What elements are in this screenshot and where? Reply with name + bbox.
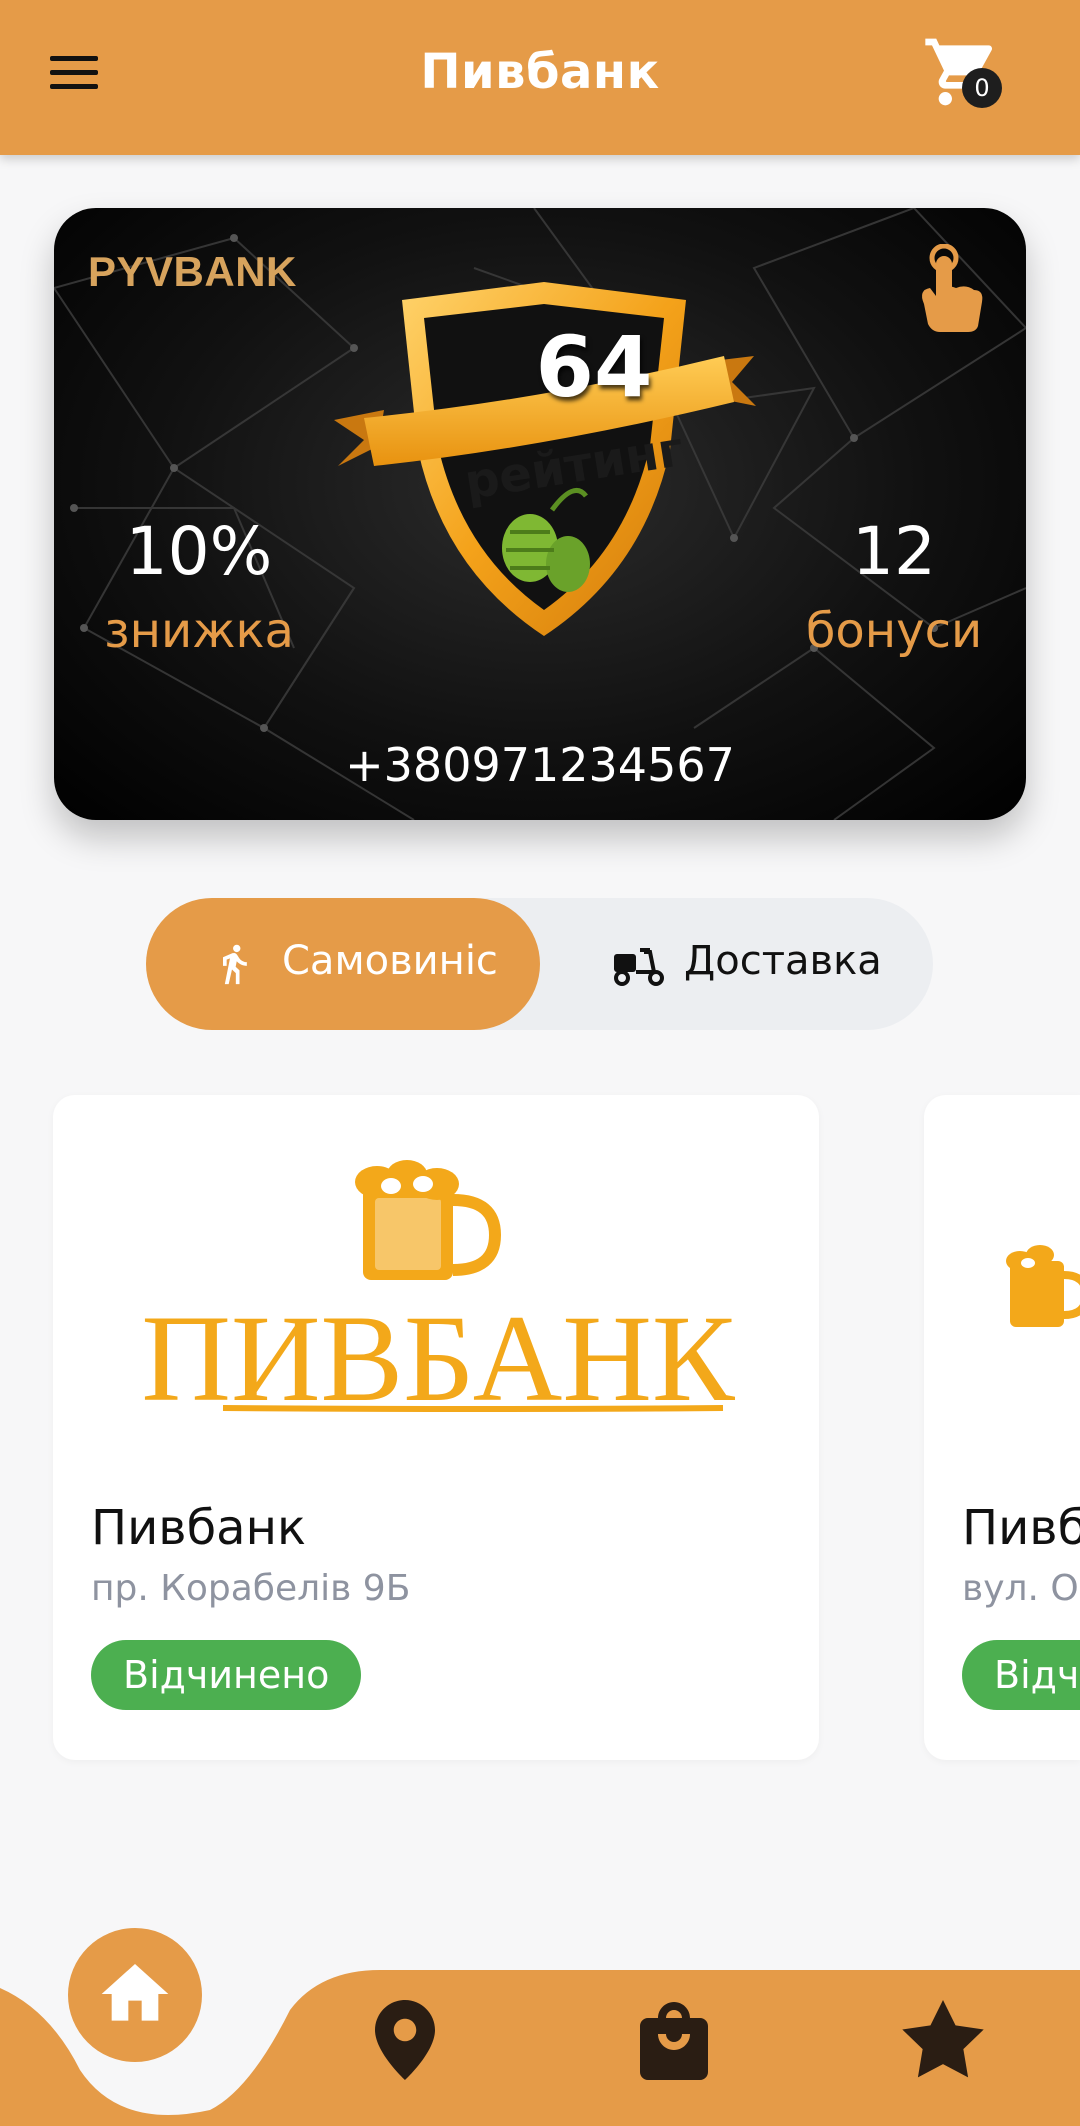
nav-home-button[interactable] <box>68 1928 202 2062</box>
walking-person-icon <box>223 944 247 985</box>
rating-value: 64 <box>535 318 653 416</box>
home-icon <box>101 1964 169 2021</box>
status-badge: Відчинено <box>962 1640 1080 1710</box>
delivery-mode-toggle: Самовиніс Доставка <box>146 898 933 1030</box>
discount-value: 10% <box>125 513 273 590</box>
bonus-label: бонуси <box>805 603 983 659</box>
shop-address: пр. Корабелів 9Б <box>91 1568 411 1609</box>
loyalty-card[interactable]: PYVBANK 64 рейтинг 10% знижка 12 бонуси … <box>54 208 1026 820</box>
card-phone-number: +380971234567 <box>345 738 735 792</box>
shop-name: Пивбанк <box>962 1500 1080 1556</box>
delivery-scooter-icon <box>614 948 664 986</box>
tap-hand-icon[interactable] <box>916 244 986 334</box>
cart-count-badge: 0 <box>962 68 1002 108</box>
card-brand: PYVBANK <box>88 248 297 295</box>
delivery-option[interactable]: Доставка <box>540 898 933 1030</box>
app-header: Пивбанк 0 <box>0 0 1080 155</box>
shop-name: Пивбанк <box>91 1500 306 1556</box>
shop-card[interactable]: Пивбанк вул. Ol Відчинено <box>924 1095 1080 1760</box>
pickup-label: Самовиніс <box>282 938 498 984</box>
discount-label: знижка <box>104 603 294 659</box>
shop-card[interactable]: ПИВБАНК Пивбанк пр. Корабелів 9Б Відчине… <box>53 1095 819 1760</box>
bonus-value: 12 <box>852 513 936 590</box>
shopping-bag-icon[interactable] <box>636 1998 712 2080</box>
shop-address: вул. Ol <box>962 1568 1080 1609</box>
star-icon[interactable] <box>902 2000 984 2078</box>
pickup-option[interactable]: Самовиніс <box>146 898 540 1030</box>
map-pin-icon[interactable] <box>375 2000 435 2080</box>
page-title: Пивбанк <box>420 44 660 100</box>
delivery-label: Доставка <box>684 938 882 984</box>
status-badge: Відчинено <box>91 1640 362 1710</box>
pyvbank-logo: ПИВБАНК <box>141 1160 736 1427</box>
beer-mug-icon <box>1006 1245 1080 1327</box>
